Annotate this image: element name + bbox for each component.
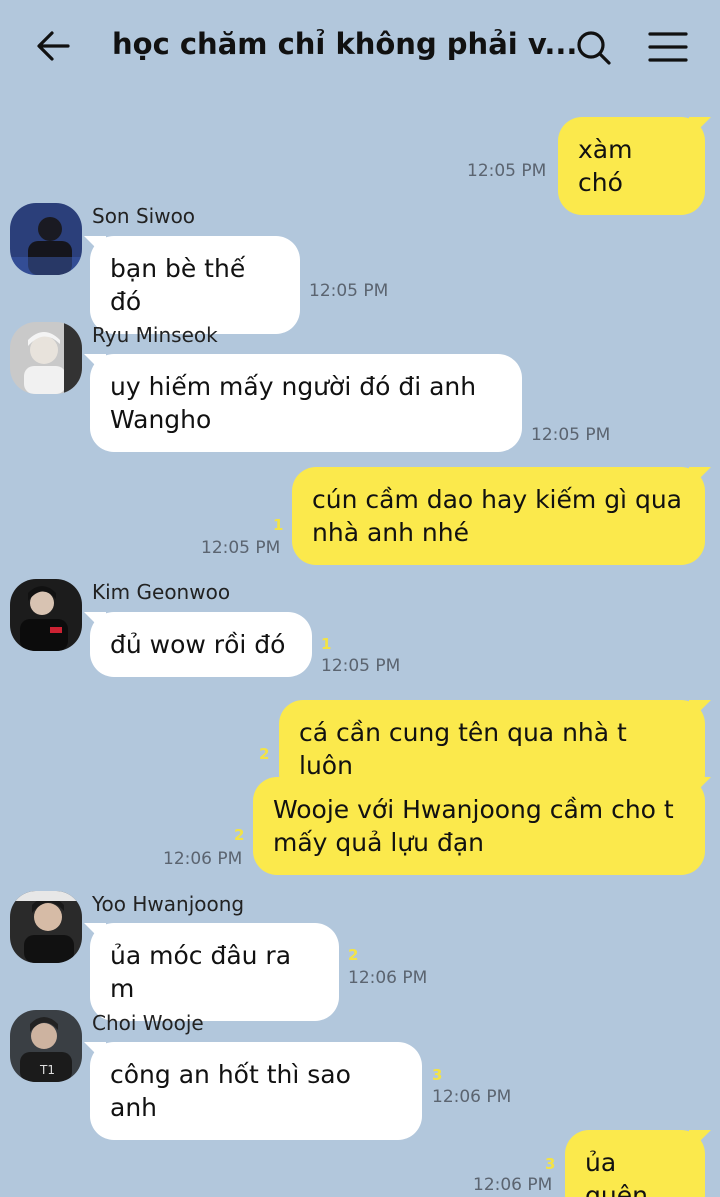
message-time: 12:06 PM (432, 1087, 512, 1107)
avatar[interactable] (10, 203, 82, 275)
avatar[interactable] (10, 322, 82, 394)
outgoing-message-bubble[interactable]: ủa quên (565, 1130, 705, 1197)
hamburger-menu-icon (648, 32, 688, 62)
search-icon (577, 31, 611, 65)
unread-count: 2 (348, 946, 359, 964)
outgoing-message-bubble[interactable]: cún cầm dao hay kiếm gì qua nhà anh nhé (292, 467, 705, 565)
incoming-message-bubble[interactable]: đủ wow rồi đó (90, 612, 312, 677)
chat-title: học chăm chỉ không phải v... (112, 27, 578, 61)
sender-name: Ryu Minseok (92, 323, 218, 347)
arrow-left-icon (37, 31, 70, 61)
message-time: 12:06 PM (163, 849, 243, 869)
message-time: 12:05 PM (531, 425, 611, 445)
svg-text:T1: T1 (39, 1063, 55, 1077)
message-time: 12:05 PM (201, 538, 281, 558)
avatar[interactable] (10, 891, 82, 963)
menu-button[interactable] (644, 28, 692, 68)
incoming-message-bubble[interactable]: công an hốt thì sao anh (90, 1042, 422, 1140)
outgoing-message-bubble[interactable]: xàm chó (558, 117, 705, 215)
sender-name: Choi Wooje (92, 1011, 204, 1035)
message-time: 12:06 PM (473, 1175, 553, 1195)
incoming-message-bubble[interactable]: bạn bè thế đó (90, 236, 300, 334)
outgoing-message-bubble[interactable]: Wooje với Hwanjoong cầm cho t mấy quả lự… (253, 777, 705, 875)
chat-header: học chăm chỉ không phải v... (0, 0, 720, 92)
unread-count: 2 (234, 826, 245, 844)
search-button[interactable] (572, 26, 616, 70)
message-time: 12:06 PM (348, 968, 428, 988)
avatar[interactable] (10, 579, 82, 651)
sender-name: Kim Geonwoo (92, 580, 231, 604)
incoming-message-bubble[interactable]: ủa móc đâu ra m (90, 923, 339, 1021)
unread-count: 1 (273, 516, 284, 534)
unread-count: 1 (321, 635, 332, 653)
incoming-message-bubble[interactable]: uy hiếm mấy người đó đi anh Wangho (90, 354, 522, 452)
sender-name: Son Siwoo (92, 204, 196, 228)
back-button[interactable] (30, 26, 78, 66)
unread-count: 3 (545, 1155, 556, 1173)
sender-name: Yoo Hwanjoong (92, 892, 245, 916)
avatar[interactable]: T1 (10, 1010, 82, 1082)
unread-count: 2 (259, 745, 270, 763)
message-time: 12:05 PM (467, 161, 547, 181)
message-time: 12:05 PM (309, 281, 389, 301)
unread-count: 3 (432, 1066, 443, 1084)
message-time: 12:05 PM (321, 656, 401, 676)
